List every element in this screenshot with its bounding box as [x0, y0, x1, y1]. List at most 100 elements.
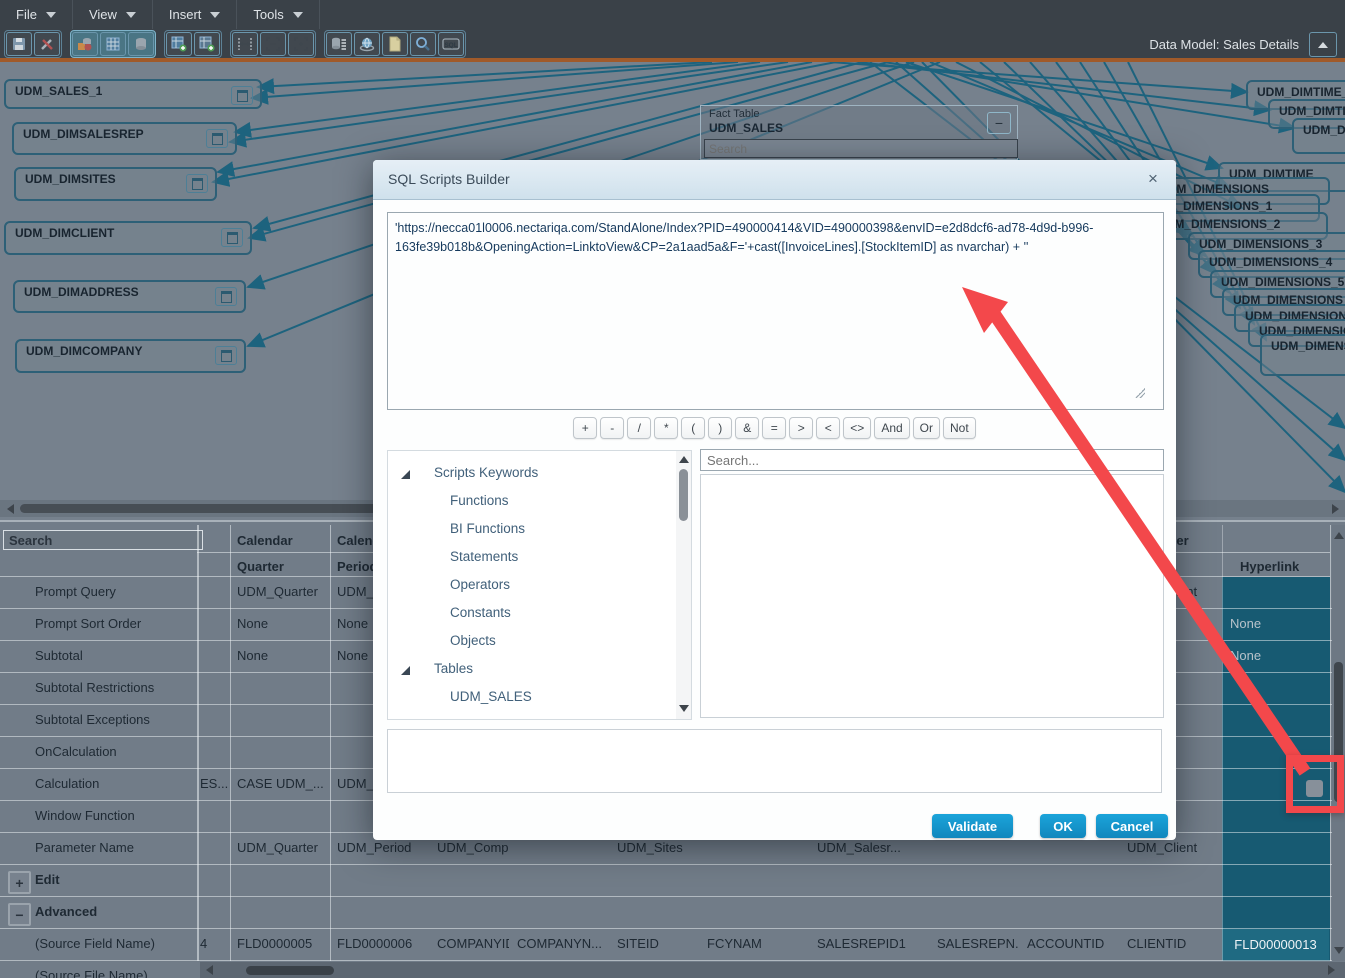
- sql-button[interactable]: SQL: [438, 32, 464, 56]
- diagram-table[interactable]: UDM_DIMSALESREP: [12, 122, 237, 155]
- column-header-hyperlink[interactable]: Hyperlink: [1240, 559, 1299, 574]
- add-table-button[interactable]: [166, 32, 192, 56]
- tree-group-tables[interactable]: Tables: [388, 655, 691, 683]
- cell[interactable]: SITEID: [617, 936, 699, 951]
- web-connection-button[interactable]: [354, 32, 380, 56]
- scroll-up-icon[interactable]: [679, 456, 689, 463]
- cell-hyperlink[interactable]: None: [1230, 648, 1322, 663]
- minimize-table-button[interactable]: −: [987, 112, 1011, 134]
- tree-expanded-icon[interactable]: [401, 470, 410, 479]
- auto-width-button[interactable]: [232, 32, 258, 56]
- open-table-icon[interactable]: [215, 346, 237, 365]
- open-table-icon[interactable]: [221, 228, 243, 247]
- cell[interactable]: UDM_Salesr...: [817, 840, 929, 855]
- tree-group-scripts-keywords[interactable]: Scripts Keywords: [388, 459, 691, 487]
- cell[interactable]: None: [237, 648, 329, 663]
- menu-tools[interactable]: Tools: [237, 0, 319, 29]
- table-row-advanced[interactable]: − Advanced: [0, 897, 1345, 929]
- cell[interactable]: 4: [200, 936, 230, 951]
- tree-item-statements[interactable]: Statements: [388, 543, 691, 571]
- operator-less-button[interactable]: <: [816, 417, 840, 439]
- grid-horizontal-scrollbar[interactable]: [200, 962, 1345, 978]
- grid-search-input[interactable]: [3, 530, 203, 550]
- menu-insert[interactable]: Insert: [153, 0, 238, 29]
- database-view-button[interactable]: [128, 32, 154, 56]
- tree-item-udm-dimaddress[interactable]: UDM_DIMADDRESS: [388, 711, 691, 720]
- menu-file[interactable]: File: [0, 0, 73, 29]
- cell[interactable]: CLIENTID: [1127, 936, 1221, 951]
- operator-greater-button[interactable]: >: [789, 417, 813, 439]
- cell[interactable]: FCYNAM: [707, 936, 809, 951]
- cell[interactable]: SALESREPID1: [817, 936, 929, 951]
- operator-notequal-button[interactable]: <>: [843, 417, 871, 439]
- tree-item-constants[interactable]: Constants: [388, 599, 691, 627]
- cell[interactable]: UDM_Company: [437, 840, 509, 855]
- hyperlink-edit-button[interactable]: [1306, 780, 1323, 797]
- fact-table-box[interactable]: Fact Table UDM_SALES −: [700, 105, 1018, 160]
- cell[interactable]: UDM_Client: [1127, 840, 1221, 855]
- open-table-icon[interactable]: [186, 174, 208, 193]
- cell[interactable]: COMPANYN...: [517, 936, 609, 951]
- expand-all-button[interactable]: [260, 32, 286, 56]
- search-zoom-button[interactable]: [410, 32, 436, 56]
- cell[interactable]: FLD0000006: [337, 936, 429, 951]
- menu-view[interactable]: View: [73, 0, 153, 29]
- tree-expanded-icon[interactable]: [401, 666, 410, 675]
- add-view-button[interactable]: [194, 32, 220, 56]
- tree-item-bi-functions[interactable]: BI Functions: [388, 515, 691, 543]
- data-model-view-button[interactable]: [72, 32, 98, 56]
- script-textarea[interactable]: 'https://necca01l0006.nectariqa.com/Stan…: [387, 212, 1164, 410]
- ok-button[interactable]: OK: [1040, 814, 1086, 838]
- collapse-all-button[interactable]: [288, 32, 314, 56]
- open-table-icon[interactable]: [206, 129, 228, 148]
- collapse-panel-button[interactable]: [1309, 32, 1337, 57]
- cell[interactable]: ACCOUNTID: [1027, 936, 1119, 951]
- keyword-search-input[interactable]: [700, 449, 1164, 471]
- grid-vertical-scrollbar[interactable]: [1332, 525, 1345, 961]
- column-header[interactable]: Quarter: [237, 559, 284, 574]
- diagram-table[interactable]: UDM_DI: [1292, 118, 1345, 154]
- validate-button[interactable]: Validate: [932, 814, 1013, 838]
- tree-item-udm-sales[interactable]: UDM_SALES: [388, 683, 691, 711]
- scroll-left-icon[interactable]: [206, 965, 213, 975]
- operator-multiply-button[interactable]: *: [654, 417, 678, 439]
- diagram-table[interactable]: UDM_DIMENSI: [1260, 334, 1345, 376]
- database-script-button[interactable]: [326, 32, 352, 56]
- cell[interactable]: UDM_Period: [337, 840, 429, 855]
- scrollbar-thumb[interactable]: [679, 469, 688, 521]
- scroll-right-icon[interactable]: [1328, 965, 1335, 975]
- table-view-button[interactable]: [100, 32, 126, 56]
- operator-equals-button[interactable]: =: [762, 417, 786, 439]
- scrollbar-thumb[interactable]: [1334, 662, 1343, 802]
- operator-not-button[interactable]: Not: [943, 417, 976, 439]
- column-header[interactable]: Period: [337, 559, 377, 574]
- cell[interactable]: CASE UDM_...: [237, 776, 329, 791]
- cell[interactable]: UDM_Quarter: [237, 840, 329, 855]
- expand-icon[interactable]: +: [8, 871, 31, 894]
- cell[interactable]: UDM_Sites: [617, 840, 699, 855]
- scroll-left-icon[interactable]: [7, 504, 14, 514]
- operator-close-paren-button[interactable]: ): [708, 417, 732, 439]
- diagram-table[interactable]: UDM_DIMCLIENT: [4, 221, 252, 255]
- operator-minus-button[interactable]: -: [600, 417, 624, 439]
- column-header[interactable]: Calendar: [237, 533, 293, 548]
- operator-open-paren-button[interactable]: (: [681, 417, 705, 439]
- diagram-table[interactable]: UDM_SALES_1: [4, 79, 262, 109]
- cell[interactable]: SALESREPN...: [937, 936, 1019, 951]
- tree-scrollbar[interactable]: [676, 451, 691, 719]
- cell[interactable]: FLD0000005: [237, 936, 329, 951]
- diagram-table[interactable]: UDM_DIMSITES: [14, 167, 217, 201]
- operator-and-button[interactable]: And: [874, 417, 909, 439]
- table-row-source-field[interactable]: (Source Field Name) 4 FLD0000005 FLD0000…: [0, 929, 1345, 961]
- keyword-results-list[interactable]: [700, 474, 1164, 718]
- diagram-table[interactable]: UDM_DIMADDRESS: [13, 280, 246, 313]
- scroll-up-icon[interactable]: [1334, 532, 1344, 539]
- dialog-title-bar[interactable]: SQL Scripts Builder ×: [373, 160, 1176, 200]
- save-button[interactable]: [6, 32, 32, 56]
- tree-item-operators[interactable]: Operators: [388, 571, 691, 599]
- close-icon[interactable]: ×: [1142, 168, 1164, 190]
- operator-ampersand-button[interactable]: &: [735, 417, 759, 439]
- cell[interactable]: None: [237, 616, 329, 631]
- operator-plus-button[interactable]: +: [573, 417, 597, 439]
- document-button[interactable]: [382, 32, 408, 56]
